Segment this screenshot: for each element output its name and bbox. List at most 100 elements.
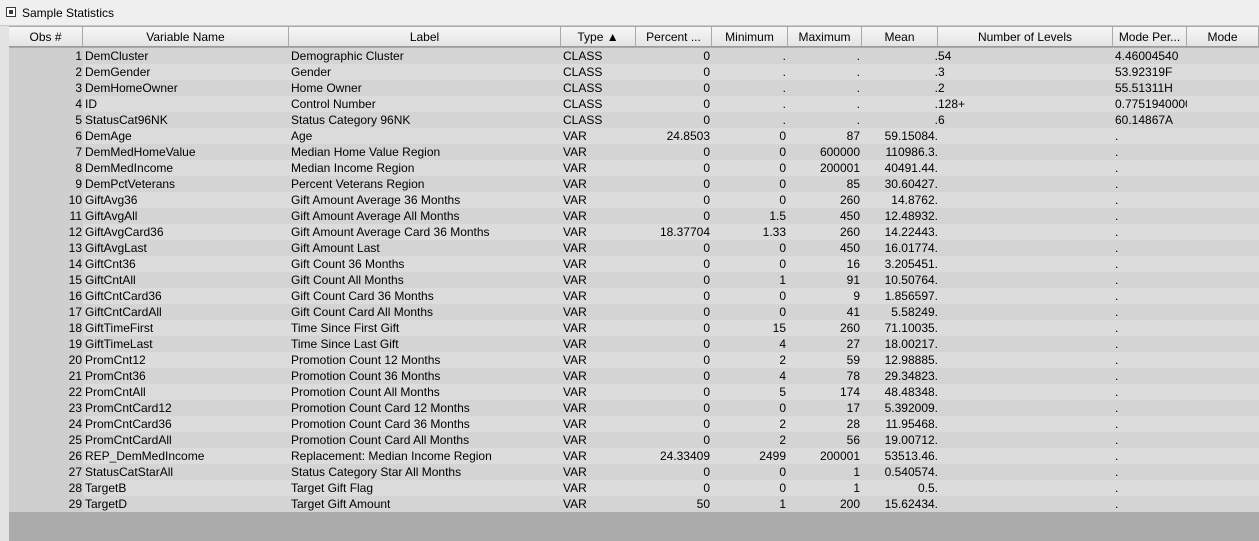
cell-mode (1187, 192, 1259, 208)
table-row[interactable]: 23 PromCntCard12 Promotion Count Card 12 M… (9, 400, 1259, 416)
table-row[interactable]: 4 ID Control Number CLASS 0... 128+ 0.77519400… (9, 96, 1259, 112)
cell-maximum: 200 (788, 496, 862, 512)
table-row[interactable]: 24 PromCntCard36 Promotion Count Card 36 M… (9, 416, 1259, 432)
header-col-maximum[interactable]: Maximum (788, 27, 862, 47)
table-row[interactable]: 8 DemMedIncome Median Income Region VAR 0 0 20… (9, 160, 1259, 176)
cell-obs-number: 26 (9, 448, 83, 464)
cell-percent-missing: 0 (636, 368, 712, 384)
cell-variable-name: DemHomeOwner (83, 80, 289, 96)
cell-minimum: 2499 (712, 448, 788, 464)
table-row[interactable]: 20 PromCnt12 Promotion Count 12 Months VAR 0… (9, 352, 1259, 368)
cell-mode-percent: . (1113, 464, 1187, 480)
window-icon[interactable] (6, 7, 16, 17)
cell-maximum: 174 (788, 384, 862, 400)
cell-mode (1187, 176, 1259, 192)
cell-mode-percent: . (1113, 256, 1187, 272)
cell-percent-missing: 24.33409 (636, 448, 712, 464)
cell-variable-name: GiftAvgCard36 (83, 224, 289, 240)
cell-variable-name: GiftAvgAll (83, 208, 289, 224)
cell-label: Promotion Count Card All Months (289, 432, 561, 448)
cell-type: VAR (561, 224, 636, 240)
cell-label: Replacement: Median Income Region (289, 448, 561, 464)
cell-mean: 18.00217. (862, 336, 938, 352)
cell-mode-percent: 60.14867A (1113, 112, 1187, 128)
table-row[interactable]: 28 TargetB Target Gift Flag VAR 0 0 1 0.5.. (9, 480, 1259, 496)
title-bar: Sample Statistics (0, 0, 1259, 26)
cell-mode-percent: . (1113, 336, 1187, 352)
cell-maximum: 200001 (788, 160, 862, 176)
table-row[interactable]: 25 PromCntCardAll Promotion Count Card All… (9, 432, 1259, 448)
table-row[interactable]: 2 DemGender Gender CLASS 0... 3 53.92319F (9, 64, 1259, 80)
cell-maximum: 260 (788, 224, 862, 240)
cell-label: Promotion Count 12 Months (289, 352, 561, 368)
cell-number-of-levels (938, 160, 1113, 176)
table-row[interactable]: 10 GiftAvg36 Gift Amount Average 36 Months… (9, 192, 1259, 208)
header-col-number-of-levels[interactable]: Number of Levels (938, 27, 1113, 47)
cell-type: VAR (561, 352, 636, 368)
header-col-mode-percent[interactable]: Mode Per... (1113, 27, 1187, 47)
cell-maximum: . (788, 48, 862, 64)
header-col-minimum[interactable]: Minimum (712, 27, 788, 47)
cell-obs-number: 25 (9, 432, 83, 448)
table-row[interactable]: 19 GiftTimeLast Time Since Last Gift VAR 0 4 2… (9, 336, 1259, 352)
header-col-mean[interactable]: Mean (862, 27, 938, 47)
table-row[interactable]: 11 GiftAvgAll Gift Amount Average All Mont… (9, 208, 1259, 224)
table-row[interactable]: 21 PromCnt36 Promotion Count 36 Months VAR 0… (9, 368, 1259, 384)
table-row[interactable]: 26 REP_DemMedIncome Replacement: Median In… (9, 448, 1259, 464)
header-col-variable-name[interactable]: Variable Name (83, 27, 289, 47)
table-row[interactable]: 17 GiftCntCardAll Gift Count Card All Mont… (9, 304, 1259, 320)
cell-number-of-levels: 6 (938, 112, 1113, 128)
cell-label: Status Category Star All Months (289, 464, 561, 480)
table-row[interactable]: 3 DemHomeOwner Home Owner CLASS 0... 2 55.5131… (9, 80, 1259, 96)
cell-type: VAR (561, 128, 636, 144)
header-col-label[interactable]: Label (289, 27, 561, 47)
table-row[interactable]: 18 GiftTimeFirst Time Since First Gift VAR 0… (9, 320, 1259, 336)
cell-mean: . (862, 80, 938, 96)
table-row[interactable]: 14 GiftCnt36 Gift Count 36 Months VAR 0 0 16 3.… (9, 256, 1259, 272)
cell-type: VAR (561, 368, 636, 384)
cell-mode-percent: . (1113, 224, 1187, 240)
cell-minimum: 0 (712, 256, 788, 272)
cell-obs-number: 4 (9, 96, 83, 112)
table-row[interactable]: 29 TargetD Target Gift Amount VAR 50 1 200 15.6… (9, 496, 1259, 512)
cell-mean: 11.95468. (862, 416, 938, 432)
cell-variable-name: DemCluster (83, 48, 289, 64)
cell-variable-name: DemPctVeterans (83, 176, 289, 192)
cell-mean: 0.540574. (862, 464, 938, 480)
table-row[interactable]: 9 DemPctVeterans Percent Veterans Region VA… (9, 176, 1259, 192)
cell-maximum: . (788, 96, 862, 112)
cell-variable-name: PromCntCardAll (83, 432, 289, 448)
table-row[interactable]: 12 GiftAvgCard36 Gift Amount Average Card … (9, 224, 1259, 240)
header-col-type[interactable]: Type ▲ (561, 27, 636, 47)
table-row[interactable]: 16 GiftCntCard36 Gift Count Card 36 Months… (9, 288, 1259, 304)
cell-maximum: 56 (788, 432, 862, 448)
cell-obs-number: 5 (9, 112, 83, 128)
cell-mode-percent: . (1113, 128, 1187, 144)
table-row[interactable]: 27 StatusCatStarAll Status Category Star A… (9, 464, 1259, 480)
cell-obs-number: 10 (9, 192, 83, 208)
cell-mode (1187, 304, 1259, 320)
cell-maximum: 91 (788, 272, 862, 288)
cell-label: Time Since Last Gift (289, 336, 561, 352)
cell-type: VAR (561, 464, 636, 480)
table-row[interactable]: 6 DemAge Age VAR 24.8503 0 87 59.15084.. (9, 128, 1259, 144)
table-row[interactable]: 15 GiftCntAll Gift Count All Months VAR 0 1 91… (9, 272, 1259, 288)
cell-obs-number: 7 (9, 144, 83, 160)
header-col-obs[interactable]: Obs # (9, 27, 83, 47)
table-row[interactable]: 22 PromCntAll Promotion Count All Months VA… (9, 384, 1259, 400)
cell-percent-missing: 0 (636, 96, 712, 112)
cell-mode (1187, 432, 1259, 448)
table-row[interactable]: 5 StatusCat96NK Status Category 96NK CLASS 0… (9, 112, 1259, 128)
table-row[interactable]: 13 GiftAvgLast Gift Amount Last VAR 0 0 450 16.… (9, 240, 1259, 256)
cell-label: Home Owner (289, 80, 561, 96)
cell-mean: . (862, 96, 938, 112)
cell-number-of-levels (938, 304, 1113, 320)
cell-mean: . (862, 48, 938, 64)
table-row[interactable]: 7 DemMedHomeValue Median Home Value Region… (9, 144, 1259, 160)
cell-minimum: 4 (712, 336, 788, 352)
header-col-mode[interactable]: Mode (1187, 27, 1259, 47)
cell-variable-name: GiftCnt36 (83, 256, 289, 272)
table-row[interactable]: 1 DemCluster Demographic Cluster CLASS 0... 5… (9, 48, 1259, 64)
cell-percent-missing: 0 (636, 400, 712, 416)
header-col-percent[interactable]: Percent ... (636, 27, 712, 47)
